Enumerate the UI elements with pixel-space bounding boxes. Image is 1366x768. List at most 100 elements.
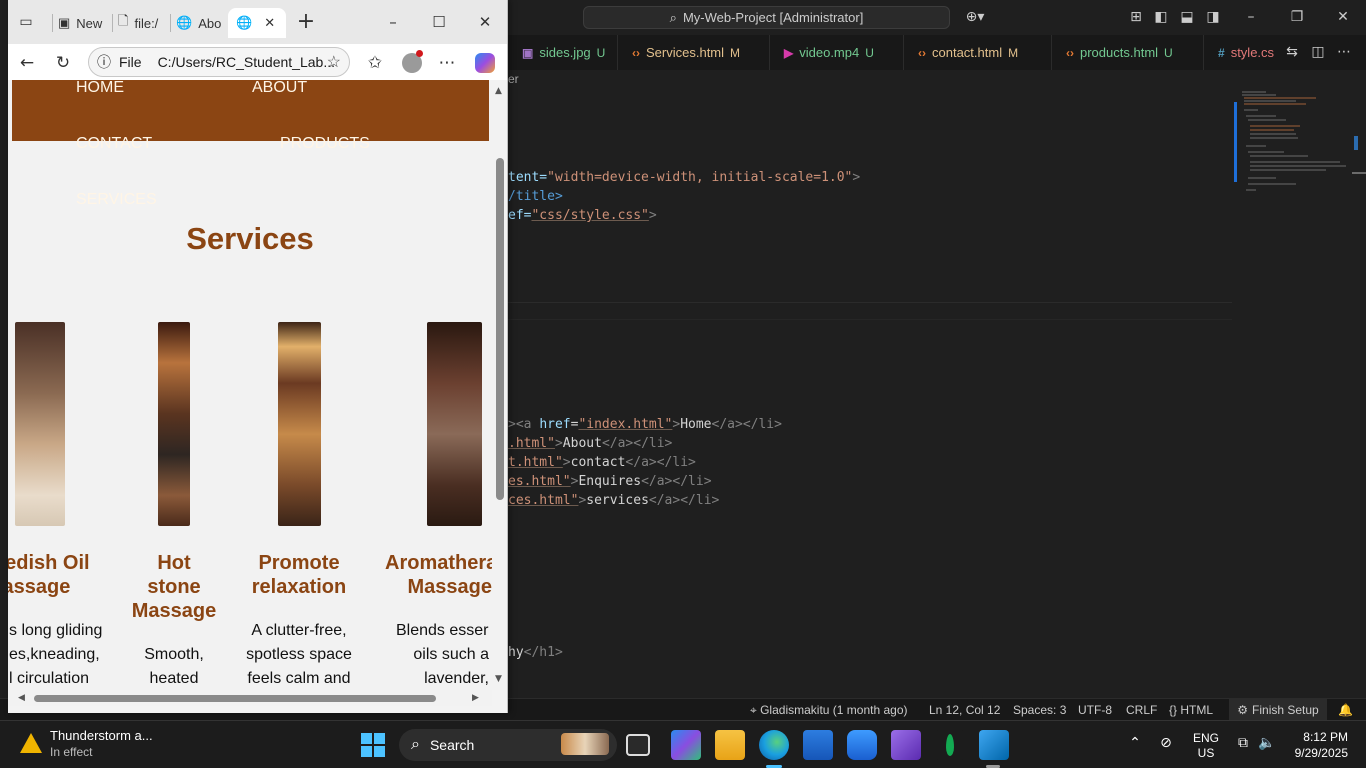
restore-icon[interactable]: ❐ bbox=[1289, 9, 1305, 25]
hot-stone-image bbox=[158, 322, 190, 526]
volume-icon[interactable]: 🔈 bbox=[1258, 735, 1275, 751]
vertical-scroll-thumb[interactable] bbox=[496, 158, 504, 500]
search-icon: ⌕ bbox=[669, 9, 677, 25]
address-scheme: File bbox=[119, 54, 142, 70]
notifications-icon[interactable]: 🔔 bbox=[1338, 703, 1353, 717]
code-line[interactable]: es.html">Enquires</a></li> bbox=[508, 472, 712, 491]
network-off-icon[interactable]: ⊘ bbox=[1158, 735, 1174, 751]
code-line[interactable]: /title> bbox=[508, 187, 563, 206]
search-icon: ⌕ bbox=[411, 736, 420, 753]
code-line[interactable]: ef="css/style.css"> bbox=[508, 206, 657, 225]
back-icon[interactable]: ← bbox=[16, 52, 38, 74]
toggle-panel-icon[interactable]: ⬓ bbox=[1179, 9, 1195, 25]
language-mode[interactable]: {} HTML bbox=[1169, 703, 1213, 717]
code-line[interactable]: t.html">contact</a></li> bbox=[508, 453, 696, 472]
m365-icon[interactable] bbox=[671, 730, 701, 760]
refresh-icon[interactable]: ↻ bbox=[52, 52, 74, 74]
toggle-sidebar-icon[interactable]: ◧ bbox=[1153, 9, 1169, 25]
customize-layout-icon[interactable]: ⊞ bbox=[1128, 9, 1144, 25]
minimize-icon[interactable]: – bbox=[1243, 9, 1259, 25]
finish-setup-button[interactable]: ⚙ Finish Setup bbox=[1229, 699, 1327, 721]
tab-separator bbox=[112, 14, 113, 32]
page-vertical-scrollbar[interactable]: ▲ ▼ bbox=[492, 80, 507, 690]
horizontal-scroll-thumb[interactable] bbox=[34, 695, 436, 702]
nav-link-products[interactable]: PRODUCTS bbox=[280, 135, 370, 153]
more-menu-icon[interactable]: ⋯ bbox=[436, 52, 458, 74]
minimize-icon[interactable]: – bbox=[383, 12, 403, 32]
browser-tab[interactable]: 🌐 Abo bbox=[176, 8, 221, 38]
taskbar-search[interactable]: ⌕ Search bbox=[399, 729, 617, 761]
toggle-secondary-sidebar-icon[interactable]: ◨ bbox=[1205, 9, 1221, 25]
editor-tab[interactable]: ‹› contact.html M bbox=[904, 35, 1052, 70]
nav-link-about[interactable]: ABOUT bbox=[252, 80, 307, 97]
nav-link-contact[interactable]: CONTACT bbox=[76, 135, 152, 153]
file-explorer-icon[interactable] bbox=[715, 730, 745, 760]
browser-tab[interactable]: 🗋 file:/ bbox=[118, 8, 158, 38]
editor-tab[interactable]: ‹› Services.html M bbox=[618, 35, 770, 70]
mongodb-icon[interactable] bbox=[935, 730, 965, 760]
code-line[interactable]: hy</h1> bbox=[508, 643, 563, 662]
visual-studio-icon[interactable] bbox=[891, 730, 921, 760]
code-line[interactable]: tent="width=device-width, initial-scale=… bbox=[508, 168, 860, 187]
fold-separator bbox=[508, 319, 1232, 320]
favorite-star-icon[interactable]: ☆ bbox=[327, 52, 341, 72]
copilot-icon[interactable]: ⊕▾ bbox=[962, 9, 988, 25]
editor-tab[interactable]: ▶ video.mp4 U bbox=[770, 35, 904, 70]
address-bar[interactable]: ⓘ File C:/Users/RC_Student_Lab... ☆ bbox=[88, 47, 350, 77]
command-center[interactable]: ⌕ My-Web-Project [Administrator] bbox=[583, 6, 950, 29]
weather-alert-icon[interactable] bbox=[18, 731, 44, 757]
browser-tab[interactable]: ▣ New bbox=[58, 8, 102, 38]
more-actions-icon[interactable]: ⋯ bbox=[1336, 44, 1352, 60]
store-icon[interactable] bbox=[803, 730, 833, 760]
task-view-icon[interactable] bbox=[626, 734, 650, 756]
git-blame[interactable]: ⌖ Gladismakitu (1 month ago) bbox=[750, 703, 908, 718]
close-icon[interactable]: ✕ bbox=[1335, 9, 1351, 25]
editor-tab[interactable]: ▣ sides.jpg U bbox=[508, 35, 618, 70]
cursor-position[interactable]: Ln 12, Col 12 bbox=[929, 703, 1000, 717]
web-page-viewport[interactable]: HOME ABOUT CONTACT PRODUCTS SERVICES Ser… bbox=[8, 80, 492, 690]
database-icon[interactable] bbox=[847, 730, 877, 760]
nav-link-home[interactable]: HOME bbox=[76, 80, 124, 97]
minimap-slider[interactable] bbox=[1234, 102, 1237, 182]
browser-tab-active[interactable]: 🌐 ✕ bbox=[228, 8, 286, 38]
monitor-icon[interactable]: ⧉ bbox=[1235, 735, 1251, 751]
scroll-right-icon[interactable]: ▶ bbox=[472, 693, 479, 703]
minimap[interactable] bbox=[1236, 90, 1352, 200]
line-ending[interactable]: CRLF bbox=[1126, 703, 1157, 717]
scroll-down-icon[interactable]: ▼ bbox=[495, 674, 502, 684]
clock[interactable]: 8:12 PM 9/29/2025 bbox=[1286, 729, 1348, 761]
fold-separator bbox=[508, 302, 1232, 303]
nav-link-services[interactable]: SERVICES bbox=[76, 191, 157, 209]
profile-icon[interactable] bbox=[400, 50, 423, 74]
vscode-icon[interactable] bbox=[979, 730, 1009, 760]
page-horizontal-scrollbar[interactable]: ◀ ▶ bbox=[8, 690, 492, 706]
scroll-left-icon[interactable]: ◀ bbox=[18, 693, 25, 703]
start-icon[interactable] bbox=[361, 733, 385, 757]
weather-title[interactable]: Thunderstorm a... bbox=[50, 728, 153, 743]
editor-tab[interactable]: ‹› products.html U bbox=[1052, 35, 1204, 70]
chevron-up-icon[interactable]: ⌃ bbox=[1127, 735, 1143, 751]
code-line[interactable]: ces.html">services</a></li> bbox=[508, 491, 719, 510]
encoding[interactable]: UTF-8 bbox=[1078, 703, 1112, 717]
breadcrumb[interactable]: er bbox=[508, 72, 519, 86]
copilot-icon[interactable] bbox=[474, 52, 496, 74]
split-editor-icon[interactable]: ◫ bbox=[1310, 44, 1326, 60]
code-line[interactable]: ><a href="index.html">Home</a></li> bbox=[508, 415, 782, 434]
indentation[interactable]: Spaces: 3 bbox=[1013, 703, 1066, 717]
maximize-icon[interactable]: ☐ bbox=[429, 12, 449, 32]
close-tab-icon[interactable]: ✕ bbox=[264, 15, 275, 31]
window-title: My-Web-Project [Administrator] bbox=[682, 10, 864, 25]
editor-scrollbar[interactable] bbox=[1352, 70, 1366, 698]
favorites-icon[interactable]: ✩ bbox=[364, 52, 386, 74]
tab-actions-icon[interactable]: ▭ bbox=[18, 14, 34, 30]
editor-tab[interactable]: # style.cs bbox=[1204, 35, 1284, 70]
browser-window: ▭ ▣ New 🗋 file:/ 🌐 Abo 🌐 ✕ + – ☐ ✕ ← ↻ ⓘ… bbox=[8, 0, 508, 713]
open-changes-icon[interactable]: ⇆ bbox=[1284, 44, 1300, 60]
edge-icon[interactable] bbox=[759, 730, 789, 760]
language-indicator[interactable]: ENG US bbox=[1193, 731, 1219, 761]
close-icon[interactable]: ✕ bbox=[475, 12, 495, 32]
new-tab-button[interactable]: + bbox=[296, 11, 316, 33]
code-line[interactable]: .html">About</a></li> bbox=[508, 434, 672, 453]
search-highlight-icon bbox=[561, 733, 609, 755]
scroll-up-icon[interactable]: ▲ bbox=[495, 86, 502, 96]
